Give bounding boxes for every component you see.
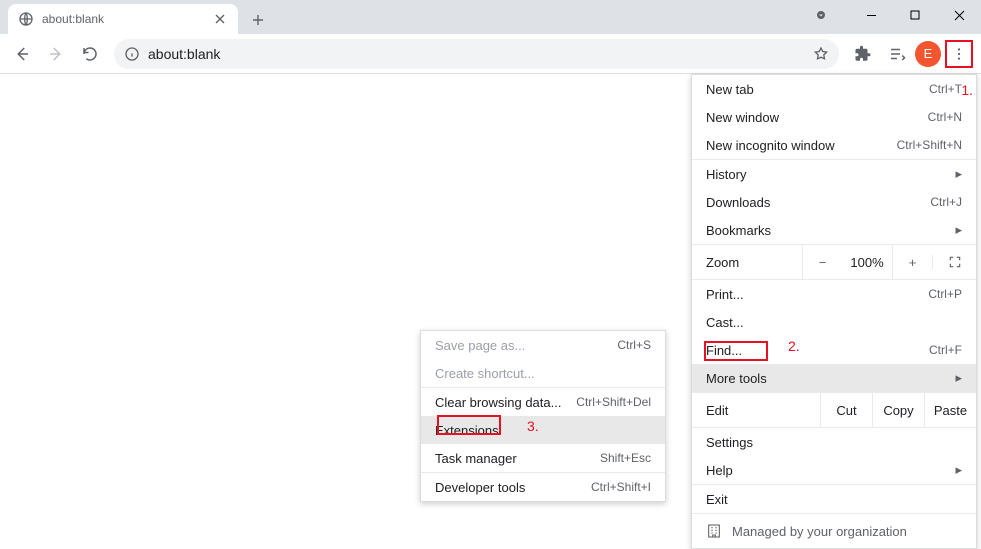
titlebar: about:blank [0,0,981,34]
maximize-button[interactable] [893,0,937,30]
reload-button[interactable] [74,38,106,70]
minimize-button[interactable] [849,0,893,30]
zoom-in-button[interactable]: + [892,245,932,279]
edit-copy-button[interactable]: Copy [872,393,924,427]
menu-history[interactable]: History▸ [692,160,976,188]
submenu-create-shortcut[interactable]: Create shortcut... [421,359,665,387]
chrome-main-menu: New tabCtrl+T New windowCtrl+N New incog… [691,74,977,549]
submenu-dev-tools[interactable]: Developer toolsCtrl+Shift+I [421,473,665,501]
address-bar[interactable]: about:blank [114,39,839,69]
menu-print[interactable]: Print...Ctrl+P [692,280,976,308]
edit-paste-button[interactable]: Paste [924,393,976,427]
menu-help[interactable]: Help▸ [692,456,976,484]
url-text: about:blank [148,46,813,62]
menu-bookmarks[interactable]: Bookmarks▸ [692,216,976,244]
forward-button[interactable] [40,38,72,70]
menu-more-tools[interactable]: More tools▸ [692,364,976,392]
menu-zoom-row: Zoom − 100% + [692,245,976,279]
more-tools-submenu: Save page as...Ctrl+S Create shortcut...… [420,330,666,502]
menu-find[interactable]: Find...Ctrl+F [692,336,976,364]
extensions-puzzle-icon[interactable] [847,38,879,70]
back-button[interactable] [6,38,38,70]
media-control-icon[interactable] [881,38,913,70]
menu-new-window[interactable]: New windowCtrl+N [692,103,976,131]
building-icon [706,523,722,539]
account-dropdown-icon[interactable] [799,0,843,30]
submenu-task-manager[interactable]: Task managerShift+Esc [421,444,665,472]
zoom-out-button[interactable]: − [802,245,842,279]
profile-avatar[interactable]: E [915,41,941,67]
submenu-extensions[interactable]: Extensions [421,416,665,444]
menu-settings[interactable]: Settings [692,428,976,456]
toolbar: about:blank E [0,34,981,74]
submenu-save-page[interactable]: Save page as...Ctrl+S [421,331,665,359]
menu-edit-row: Edit Cut Copy Paste [692,393,976,427]
bookmark-star-icon[interactable] [813,46,829,62]
window-controls [799,0,981,30]
chrome-menu-button[interactable] [943,38,975,70]
edit-cut-button[interactable]: Cut [820,393,872,427]
close-window-button[interactable] [937,0,981,30]
close-tab-icon[interactable] [212,11,228,27]
new-tab-button[interactable] [244,6,272,34]
menu-new-incognito[interactable]: New incognito windowCtrl+Shift+N [692,131,976,159]
menu-cast[interactable]: Cast... [692,308,976,336]
submenu-clear-browsing[interactable]: Clear browsing data...Ctrl+Shift+Del [421,388,665,416]
menu-downloads[interactable]: DownloadsCtrl+J [692,188,976,216]
menu-exit[interactable]: Exit [692,485,976,513]
zoom-value: 100% [842,255,892,270]
menu-managed[interactable]: Managed by your organization [692,514,976,548]
browser-tab[interactable]: about:blank [8,4,238,34]
fullscreen-button[interactable] [932,255,976,269]
tab-title: about:blank [42,12,212,26]
site-info-icon[interactable] [124,46,140,62]
menu-new-tab[interactable]: New tabCtrl+T [692,75,976,103]
globe-icon [18,11,34,27]
